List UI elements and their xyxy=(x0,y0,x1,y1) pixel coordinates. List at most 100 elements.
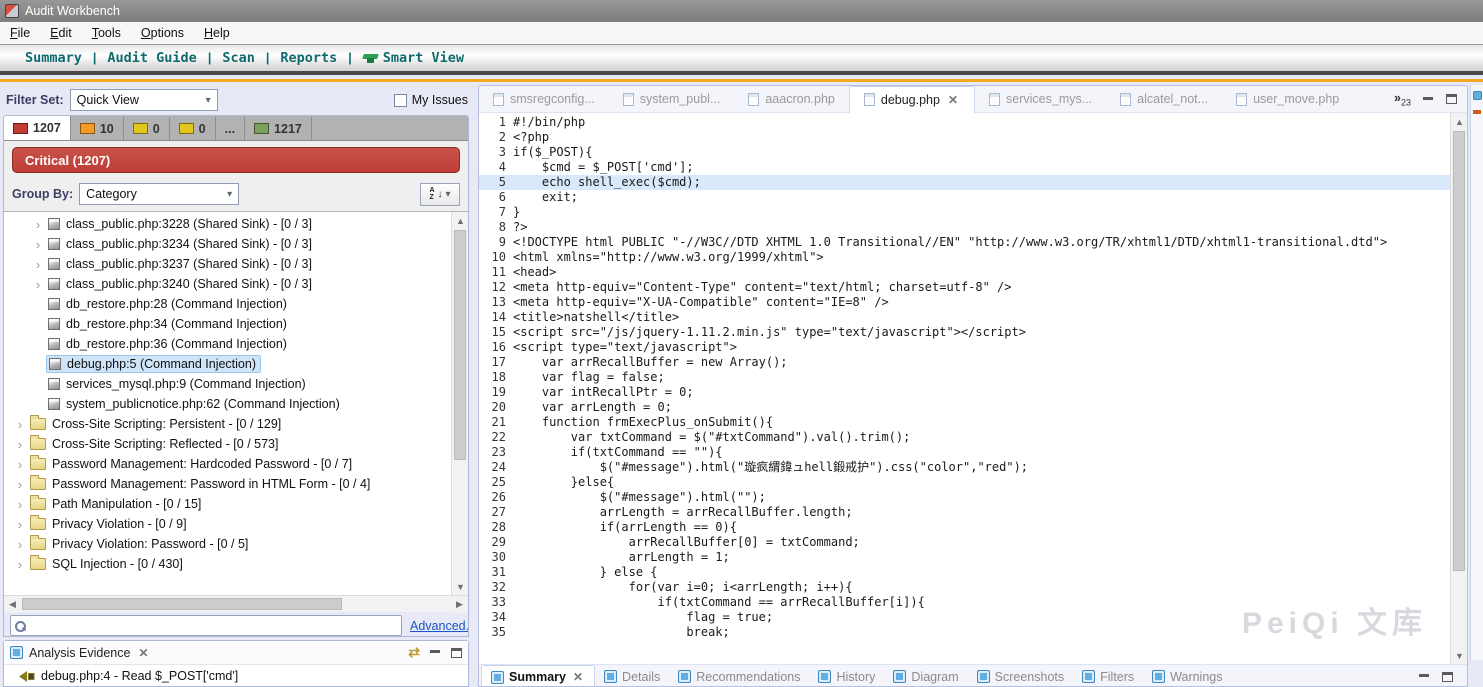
tree-item[interactable]: ›class_public.php:3240 (Shared Sink) - [… xyxy=(4,274,450,294)
chevron-right-icon[interactable]: › xyxy=(12,518,28,531)
maximize-icon[interactable] xyxy=(1446,94,1457,104)
group-by-dropdown[interactable]: Category ▾ xyxy=(79,183,239,205)
tree-item[interactable]: ›Path Manipulation - [0 / 15] xyxy=(4,494,450,514)
tree-item[interactable]: ›system_publicnotice.php:62 (Command Inj… xyxy=(4,394,450,414)
tree-item-body[interactable]: Cross-Site Scripting: Reflected - [0 / 5… xyxy=(28,436,282,452)
editor-tab-user-move-php[interactable]: user_move.php xyxy=(1222,86,1353,113)
tab-filters[interactable]: Filters xyxy=(1073,665,1143,687)
editor-vertical-scrollbar[interactable]: ▲ ▼ xyxy=(1450,113,1467,664)
my-issues-checkbox[interactable] xyxy=(394,94,407,107)
editor-tab-aaacron-php[interactable]: aaacron.php xyxy=(734,86,849,113)
tree-item-body[interactable]: Password Management: Password in HTML Fo… xyxy=(28,476,374,492)
code-line[interactable]: 23 if(txtCommand == ""){ xyxy=(479,445,1450,460)
tree-item[interactable]: ›Password Management: Password in HTML F… xyxy=(4,474,450,494)
code-line[interactable]: 14<title>natshell</title> xyxy=(479,310,1450,325)
tree-item-body[interactable]: Privacy Violation: Password - [0 / 5] xyxy=(28,536,252,552)
severity-tab-0[interactable]: 1207 xyxy=(4,115,71,140)
scrollbar-thumb[interactable] xyxy=(1453,131,1465,571)
code-line[interactable]: 1#!/bin/php xyxy=(479,115,1450,130)
code-line[interactable]: 12<meta http-equiv="Content-Type" conten… xyxy=(479,280,1450,295)
code-line[interactable]: 8?> xyxy=(479,220,1450,235)
severity-tab-4[interactable]: ... xyxy=(216,117,245,140)
chevron-right-icon[interactable]: › xyxy=(12,418,28,431)
menu-item-edit[interactable]: Edit xyxy=(40,23,82,43)
editor-tab-alcatel-not[interactable]: alcatel_not... xyxy=(1106,86,1222,113)
code-line[interactable]: 27 arrLength = arrRecallBuffer.length; xyxy=(479,505,1450,520)
code-line[interactable]: 22 var txtCommand = $("#txtCommand").val… xyxy=(479,430,1450,445)
editor-tab-debug-php[interactable]: debug.php✕ xyxy=(849,86,975,113)
tree-item-body[interactable]: Privacy Violation - [0 / 9] xyxy=(28,516,191,532)
tree-item[interactable]: ›class_public.php:3234 (Shared Sink) - [… xyxy=(4,234,450,254)
tree-item[interactable]: ›class_public.php:3237 (Shared Sink) - [… xyxy=(4,254,450,274)
code-line[interactable]: 19 var intRecallPtr = 0; xyxy=(479,385,1450,400)
code-line[interactable]: 33 if(txtCommand == arrRecallBuffer[i]){ xyxy=(479,595,1450,610)
scroll-up-icon[interactable]: ▲ xyxy=(452,212,468,229)
tree-item[interactable]: ›db_restore.php:34 (Command Injection) xyxy=(4,314,450,334)
tree-item[interactable]: ›debug.php:5 (Command Injection) xyxy=(4,354,450,374)
tree-item-body[interactable]: class_public.php:3228 (Shared Sink) - [0… xyxy=(46,216,316,232)
minimize-icon[interactable] xyxy=(430,648,441,657)
tree-item-body[interactable]: db_restore.php:36 (Command Injection) xyxy=(46,336,291,352)
code-line[interactable]: 9<!DOCTYPE html PUBLIC "-//W3C//DTD XHTM… xyxy=(479,235,1450,250)
critical-banner[interactable]: Critical (1207) xyxy=(12,147,460,173)
code-line[interactable]: 15<script src="/js/jquery-1.11.2.min.js"… xyxy=(479,325,1450,340)
tree-item-body[interactable]: debug.php:5 (Command Injection) xyxy=(46,355,261,373)
code-line[interactable]: 2<?php xyxy=(479,130,1450,145)
menu-item-options[interactable]: Options xyxy=(131,23,194,43)
tree-item[interactable]: ›Password Management: Hardcoded Password… xyxy=(4,454,450,474)
tab-overflow-button[interactable]: »23 xyxy=(1394,91,1411,108)
search-box[interactable] xyxy=(10,615,402,636)
code-line[interactable]: 7} xyxy=(479,205,1450,220)
tree-item-body[interactable]: db_restore.php:34 (Command Injection) xyxy=(46,316,291,332)
toolbar-item-summary[interactable]: Summary xyxy=(14,50,93,66)
code-line[interactable]: 32 for(var i=0; i<arrLength; i++){ xyxy=(479,580,1450,595)
evidence-row[interactable]: debug.php:4 - Read $_POST['cmd'] xyxy=(4,665,468,683)
tree-horizontal-scrollbar[interactable]: ◀ ▶ xyxy=(4,595,468,612)
chevron-right-icon[interactable]: › xyxy=(30,238,46,251)
toolbar-item-audit-guide[interactable]: Audit Guide xyxy=(96,50,207,66)
scroll-down-icon[interactable]: ▼ xyxy=(1451,647,1467,664)
tree-item-body[interactable]: Cross-Site Scripting: Persistent - [0 / … xyxy=(28,416,285,432)
filter-set-dropdown[interactable]: Quick View ▾ xyxy=(70,89,218,111)
code-line[interactable]: 21 function frmExecPlus_onSubmit(){ xyxy=(479,415,1450,430)
tree-item[interactable]: ›Privacy Violation: Password - [0 / 5] xyxy=(4,534,450,554)
code-line[interactable]: 25 }else{ xyxy=(479,475,1450,490)
maximize-icon[interactable] xyxy=(451,648,462,658)
severity-tab-5[interactable]: 1217 xyxy=(245,117,312,140)
chevron-right-icon[interactable]: › xyxy=(12,458,28,471)
tree-item[interactable]: ›class_public.php:3228 (Shared Sink) - [… xyxy=(4,214,450,234)
tree-item[interactable]: ›services_mysql.php:9 (Command Injection… xyxy=(4,374,450,394)
chevron-right-icon[interactable]: › xyxy=(12,538,28,551)
code-line[interactable]: 16<script type="text/javascript"> xyxy=(479,340,1450,355)
tab-history[interactable]: History xyxy=(809,665,884,687)
tab-summary[interactable]: Summary✕ xyxy=(481,665,595,687)
panel-icon[interactable] xyxy=(1473,91,1482,100)
editor-tab-services-mys[interactable]: services_mys... xyxy=(975,86,1106,113)
code-line[interactable]: 30 arrLength = 1; xyxy=(479,550,1450,565)
scroll-right-icon[interactable]: ▶ xyxy=(451,596,468,613)
severity-tab-1[interactable]: 10 xyxy=(71,117,124,140)
advanced-link[interactable]: Advanced... xyxy=(410,619,469,633)
code-line[interactable]: 26 $("#message").html(""); xyxy=(479,490,1450,505)
analysis-evidence-tab[interactable]: Analysis Evidence xyxy=(29,646,130,660)
scrollbar-thumb[interactable] xyxy=(454,230,466,460)
close-icon[interactable]: ✕ xyxy=(136,646,150,660)
scroll-up-icon[interactable]: ▲ xyxy=(1451,113,1467,130)
chevron-right-icon[interactable]: › xyxy=(12,498,28,511)
code-line[interactable]: 24 $("#message").html("璇疯緭鍏ュhell鍛戒护").cs… xyxy=(479,460,1450,475)
code-line[interactable]: 28 if(arrLength == 0){ xyxy=(479,520,1450,535)
scrollbar-thumb[interactable] xyxy=(22,598,342,610)
tab-recommendations[interactable]: Recommendations xyxy=(669,665,809,687)
code-line[interactable]: 20 var arrLength = 0; xyxy=(479,400,1450,415)
tree-item[interactable]: ›db_restore.php:28 (Command Injection) xyxy=(4,294,450,314)
code-line[interactable]: 35 break; xyxy=(479,625,1450,640)
search-input[interactable] xyxy=(29,617,401,634)
maximize-icon[interactable] xyxy=(1442,672,1453,682)
toolbar-item-scan[interactable]: Scan xyxy=(211,50,266,66)
chevron-right-icon[interactable]: › xyxy=(12,478,28,491)
tree-item-body[interactable]: services_mysql.php:9 (Command Injection) xyxy=(46,376,310,392)
sort-button[interactable]: AZ ↓ ▾ xyxy=(420,183,460,206)
menu-item-file[interactable]: File xyxy=(0,23,40,43)
minimize-icon[interactable] xyxy=(1419,672,1430,681)
tree-item-body[interactable]: system_publicnotice.php:62 (Command Inje… xyxy=(46,396,344,412)
